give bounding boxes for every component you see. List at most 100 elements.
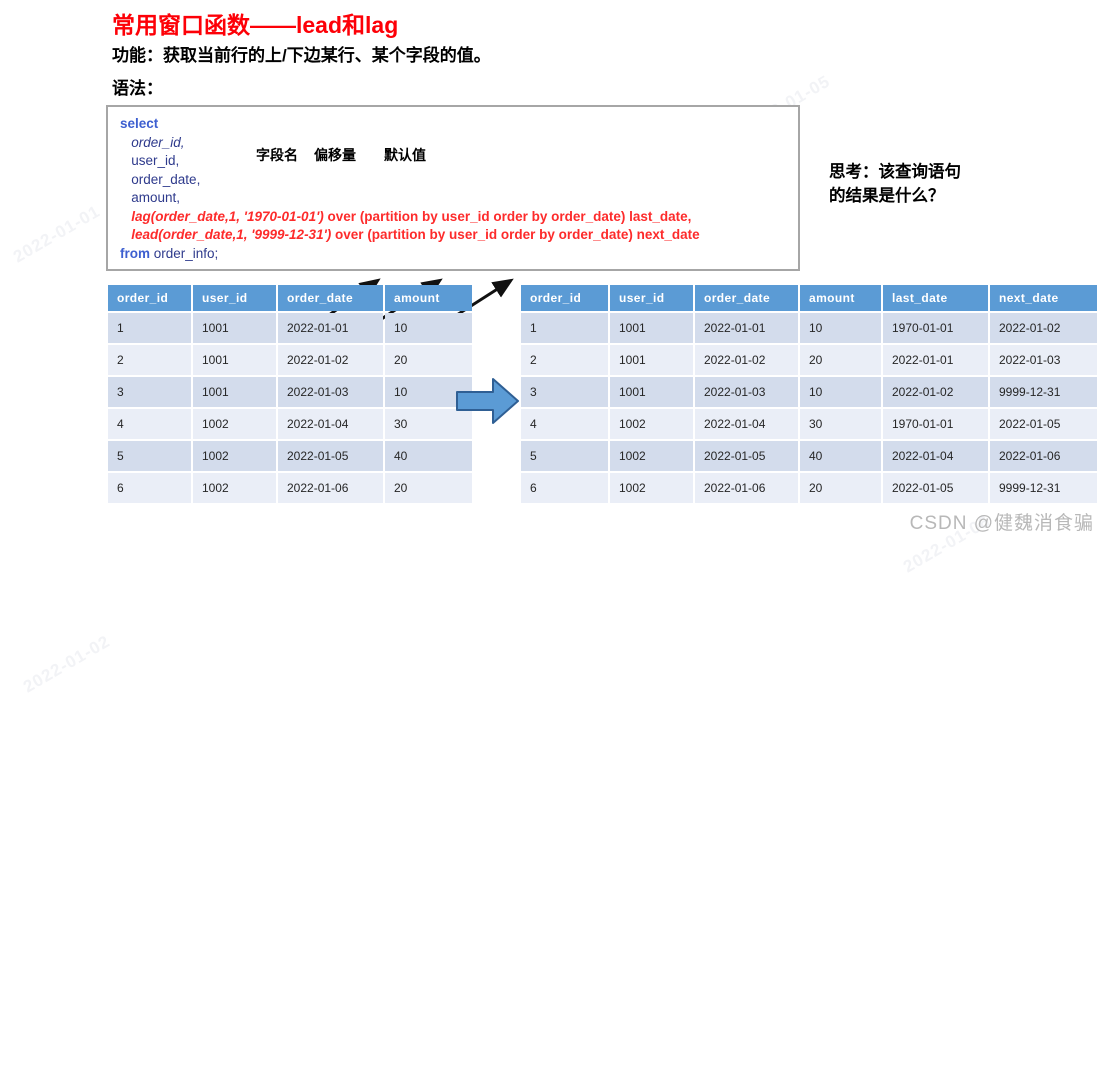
- cell-order-id: 1: [108, 313, 191, 343]
- cell-order-id: 2: [521, 345, 608, 375]
- sql-column-order-id: order_id,: [131, 135, 184, 150]
- cell-order-date: 2022-01-05: [695, 441, 798, 471]
- column-header-last-date: last_date: [883, 285, 988, 311]
- table-row: 2 1001 2022-01-02 20: [108, 345, 472, 375]
- cell-order-date: 2022-01-02: [695, 345, 798, 375]
- cell-user-id: 1001: [193, 345, 276, 375]
- cell-order-date: 2022-01-03: [278, 377, 383, 407]
- cell-next-date: 9999-12-31: [990, 473, 1097, 503]
- column-header-user-id: user_id: [193, 285, 276, 311]
- cell-next-date: 9999-12-31: [990, 377, 1097, 407]
- cell-order-date: 2022-01-05: [278, 441, 383, 471]
- cell-next-date: 2022-01-05: [990, 409, 1097, 439]
- column-header-next-date: next_date: [990, 285, 1097, 311]
- flow-arrow-icon: [455, 375, 520, 427]
- thought-prompt: 思考：该查询语句 的结果是什么？: [829, 160, 961, 208]
- cell-amount: 10: [800, 377, 881, 407]
- cell-last-date: 2022-01-05: [883, 473, 988, 503]
- sql-lag-function: lag: [131, 209, 151, 224]
- syntax-label: 语法：: [112, 74, 163, 99]
- table-row: 1 1001 2022-01-01 10: [108, 313, 472, 343]
- csdn-watermark: CSDN @健魏消食骗: [910, 508, 1094, 535]
- cell-order-date: 2022-01-03: [695, 377, 798, 407]
- result-table: order_id user_id order_date amount last_…: [519, 283, 1099, 505]
- cell-user-id: 1002: [193, 473, 276, 503]
- table-row: 2 1001 2022-01-02 20 2022-01-01 2022-01-…: [521, 345, 1097, 375]
- table-row: 6 1002 2022-01-06 20: [108, 473, 472, 503]
- cell-amount: 10: [800, 313, 881, 343]
- cell-order-date: 2022-01-04: [278, 409, 383, 439]
- table-row: 3 1001 2022-01-03 10 2022-01-02 9999-12-…: [521, 377, 1097, 407]
- cell-user-id: 1001: [193, 377, 276, 407]
- table-row: 4 1002 2022-01-04 30 1970-01-01 2022-01-…: [521, 409, 1097, 439]
- sql-column-amount: amount,: [131, 190, 180, 205]
- cell-order-id: 6: [521, 473, 608, 503]
- table-row: 6 1002 2022-01-06 20 2022-01-05 9999-12-…: [521, 473, 1097, 503]
- cell-order-id: 5: [108, 441, 191, 471]
- cell-order-id: 4: [521, 409, 608, 439]
- cell-user-id: 1001: [193, 313, 276, 343]
- cell-order-id: 6: [108, 473, 191, 503]
- cell-order-id: 3: [521, 377, 608, 407]
- cell-amount: 20: [800, 345, 881, 375]
- sql-code-text: select order_id, user_id, order_date, am…: [120, 115, 700, 263]
- cell-user-id: 1001: [610, 313, 693, 343]
- cell-last-date: 2022-01-04: [883, 441, 988, 471]
- sql-lead-arguments: (order_date,1, '9999-12-31'): [158, 227, 331, 242]
- column-header-amount: amount: [800, 285, 881, 311]
- slide-content: 常用窗口函数——lead和lag 功能：获取当前行的上/下边某行、某个字段的值。…: [0, 0, 1104, 541]
- annotation-label-default-value: 默认值: [384, 145, 426, 165]
- cell-amount: 20: [385, 345, 472, 375]
- table-row: 3 1001 2022-01-03 10: [108, 377, 472, 407]
- cell-order-id: 5: [521, 441, 608, 471]
- bg-watermark-text: 2022-01-02: [20, 632, 114, 698]
- cell-order-id: 3: [108, 377, 191, 407]
- cell-last-date: 1970-01-01: [883, 313, 988, 343]
- cell-next-date: 2022-01-06: [990, 441, 1097, 471]
- annotation-label-field-name: 字段名: [256, 145, 298, 165]
- cell-order-id: 2: [108, 345, 191, 375]
- table-header-row: order_id user_id order_date amount last_…: [521, 285, 1097, 311]
- sql-column-order-date: order_date,: [131, 172, 200, 187]
- cell-order-date: 2022-01-02: [278, 345, 383, 375]
- cell-amount: 20: [385, 473, 472, 503]
- cell-user-id: 1001: [610, 377, 693, 407]
- sql-code-block: select order_id, user_id, order_date, am…: [106, 105, 800, 271]
- cell-order-date: 2022-01-04: [695, 409, 798, 439]
- cell-next-date: 2022-01-03: [990, 345, 1097, 375]
- sql-lag-over-clause: over (partition by user_id order by orde…: [324, 209, 692, 224]
- cell-amount: 40: [385, 441, 472, 471]
- table-row: 5 1002 2022-01-05 40 2022-01-04 2022-01-…: [521, 441, 1097, 471]
- table-row: 1 1001 2022-01-01 10 1970-01-01 2022-01-…: [521, 313, 1097, 343]
- cell-order-date: 2022-01-01: [278, 313, 383, 343]
- cell-user-id: 1002: [610, 441, 693, 471]
- table-row: 5 1002 2022-01-05 40: [108, 441, 472, 471]
- source-table: order_id user_id order_date amount 1 100…: [106, 283, 474, 505]
- cell-amount: 10: [385, 313, 472, 343]
- cell-order-date: 2022-01-06: [695, 473, 798, 503]
- cell-order-date: 2022-01-01: [695, 313, 798, 343]
- table-header-row: order_id user_id order_date amount: [108, 285, 472, 311]
- cell-next-date: 2022-01-02: [990, 313, 1097, 343]
- cell-amount: 30: [800, 409, 881, 439]
- function-description: 功能：获取当前行的上/下边某行、某个字段的值。: [112, 41, 491, 66]
- sql-keyword-from: from: [120, 246, 150, 261]
- page-title: 常用窗口函数——lead和lag: [112, 6, 398, 40]
- cell-user-id: 1002: [193, 441, 276, 471]
- annotation-label-offset: 偏移量: [314, 145, 356, 165]
- column-header-order-id: order_id: [108, 285, 191, 311]
- sql-lead-function: lead: [131, 227, 158, 242]
- column-header-amount: amount: [385, 285, 472, 311]
- cell-amount: 40: [800, 441, 881, 471]
- column-header-order-id: order_id: [521, 285, 608, 311]
- sql-lag-arguments: (order_date,1, '1970-01-01'): [151, 209, 324, 224]
- column-header-order-date: order_date: [278, 285, 383, 311]
- sql-from-table: order_info;: [154, 246, 219, 261]
- cell-last-date: 2022-01-02: [883, 377, 988, 407]
- cell-last-date: 2022-01-01: [883, 345, 988, 375]
- cell-order-date: 2022-01-06: [278, 473, 383, 503]
- table-row: 4 1002 2022-01-04 30: [108, 409, 472, 439]
- cell-amount: 20: [800, 473, 881, 503]
- cell-order-id: 1: [521, 313, 608, 343]
- cell-user-id: 1002: [193, 409, 276, 439]
